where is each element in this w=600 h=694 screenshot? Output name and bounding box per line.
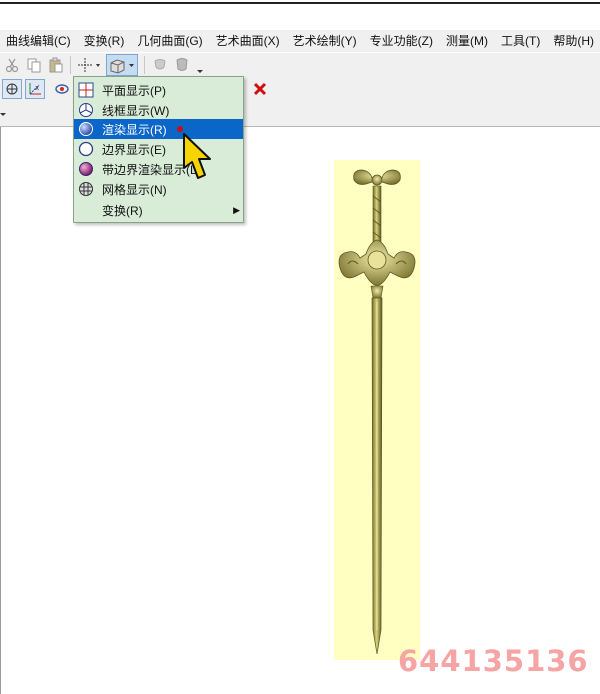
render-mode-menu: 平面显示(P) 线框显示(W) 渲染显示(R) 边界显示(E) 带边界渲染显示(…	[73, 76, 244, 223]
submenu-arrow-icon: ▶	[233, 204, 240, 215]
paste-icon[interactable]	[46, 55, 66, 75]
menu-item-render-display[interactable]: 渲染显示(R)	[74, 119, 243, 139]
menu-art-drawing[interactable]: 艺术绘制(Y)	[287, 30, 364, 52]
cut-icon[interactable]	[2, 55, 22, 75]
watermark-text: 644135136	[398, 644, 589, 678]
toolbar-separator	[144, 56, 145, 74]
toolbar-separator	[70, 56, 71, 74]
axis-coordinate-icon[interactable]: x	[25, 79, 45, 99]
mesh-display-icon	[76, 179, 96, 199]
boundary-display-icon	[76, 139, 96, 159]
grid-center-icon[interactable]	[2, 79, 22, 99]
sword-relief-icon	[338, 169, 416, 655]
menu-item-boundary-display[interactable]: 边界显示(E)	[74, 139, 243, 159]
menu-item-label: 边界显示(E)	[102, 142, 166, 157]
view-mode-dropdown-button[interactable]	[106, 54, 138, 76]
sword-model-viewport	[334, 160, 420, 660]
close-icon[interactable]	[250, 79, 270, 99]
menu-item-label: 线框显示(W)	[102, 103, 170, 118]
render-with-boundary-icon	[76, 159, 96, 179]
mouse-cursor-icon	[177, 126, 211, 179]
menu-measure[interactable]: 测量(M)	[440, 30, 495, 52]
shape-tool-icon[interactable]	[150, 55, 170, 75]
svg-text:x: x	[35, 84, 39, 92]
title-border	[0, 2, 600, 4]
collapse-arrow-icon[interactable]	[0, 109, 8, 119]
menu-item-mesh-display[interactable]: 网格显示(N)	[74, 179, 243, 199]
menu-item-transform-submenu[interactable]: 变换(R) ▶	[74, 200, 243, 220]
menu-item-label: 平面显示(P)	[102, 83, 166, 98]
menu-tools[interactable]: 工具(T)	[495, 30, 547, 52]
menu-transform[interactable]: 变换(R)	[78, 30, 132, 52]
menu-item-label: 变换(R)	[102, 203, 143, 218]
title-strip	[0, 0, 600, 26]
menu-help[interactable]: 帮助(H)	[547, 30, 600, 52]
wireframe-display-icon	[76, 100, 96, 120]
menu-item-render-with-boundary[interactable]: 带边界渲染显示(L)	[74, 159, 243, 179]
menu-professional[interactable]: 专业功能(Z)	[364, 30, 440, 52]
menu-geometry-surface[interactable]: 几何曲面(G)	[131, 30, 209, 52]
menu-item-label: 渲染显示(R)	[102, 122, 167, 137]
render-display-icon	[76, 119, 96, 139]
snap-crosshair-icon[interactable]	[76, 55, 102, 75]
menu-curve-edit[interactable]: 曲线编辑(C)	[0, 30, 78, 52]
plane-display-icon	[76, 80, 96, 100]
standard-toolbar	[0, 53, 600, 77]
menu-item-plane-display[interactable]: 平面显示(P)	[74, 80, 243, 100]
menu-art-surface[interactable]: 艺术曲面(X)	[210, 30, 287, 52]
menu-bar: 曲线编辑(C) 变换(R) 几何曲面(G) 艺术曲面(X) 艺术绘制(Y) 专业…	[0, 30, 600, 52]
orbit-view-icon[interactable]	[52, 79, 72, 99]
toolbar-overflow-arrow-icon[interactable]	[194, 57, 206, 77]
menu-item-label: 网格显示(N)	[102, 182, 167, 197]
menu-item-wireframe-display[interactable]: 线框显示(W)	[74, 100, 243, 120]
shape-tool-2-icon[interactable]	[172, 55, 192, 75]
copy-icon[interactable]	[24, 55, 44, 75]
